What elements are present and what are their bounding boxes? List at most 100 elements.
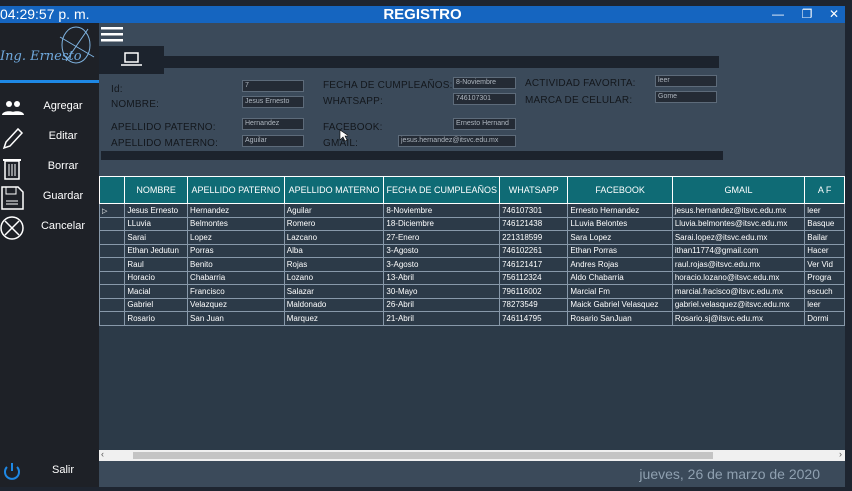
table-cell[interactable]: Rosario SanJuan [567, 311, 673, 326]
apellido-paterno-field[interactable]: Hernandez [242, 118, 304, 130]
table-cell[interactable]: Rosario [124, 311, 189, 326]
scroll-right-icon[interactable]: › [839, 449, 842, 459]
col-fecha[interactable]: FECHA DE CUMPLEAÑOS [383, 176, 501, 204]
maximize-button[interactable]: ❐ [796, 6, 818, 23]
table-cell[interactable]: ithan11774@gmail.com [671, 243, 806, 258]
table-cell[interactable]: 26-Abril [383, 297, 501, 312]
table-cell[interactable]: raul.rojas@itsvc.edu.mx [671, 257, 806, 272]
row-header[interactable] [99, 243, 126, 258]
table-cell[interactable]: Hacer [804, 243, 845, 258]
table-cell[interactable]: 27-Enero [383, 230, 501, 245]
table-cell[interactable]: horacio.lozano@itsvc.edu.mx [671, 270, 806, 285]
row-header[interactable] [99, 257, 126, 272]
col-nombre[interactable]: NOMBRE [124, 176, 189, 204]
col-gmail[interactable]: GMAIL [671, 176, 806, 204]
actividad-field[interactable]: leer [655, 75, 717, 87]
facebook-field[interactable]: Ernesto Hernand [453, 118, 516, 130]
scrollbar-thumb[interactable] [133, 452, 713, 459]
table-cell[interactable]: Lluvia.belmontes@itsvc.edu.mx [671, 216, 806, 231]
form-tab[interactable] [99, 46, 164, 74]
table-cell[interactable]: LLuvia [124, 216, 189, 231]
add-button[interactable]: Agregar [0, 96, 99, 120]
marca-field[interactable]: Gome [655, 91, 717, 103]
gmail-field[interactable]: jesus.hernandez@itsvc.edu.mx [398, 135, 516, 147]
whatsapp-field[interactable]: 746107301 [453, 93, 516, 105]
exit-button[interactable]: Salir [0, 460, 99, 484]
table-cell[interactable]: Aguilar [283, 203, 385, 218]
table-cell[interactable]: 21-Abril [383, 311, 501, 326]
table-cell[interactable]: Dormi [804, 311, 845, 326]
table-row[interactable]: Rosario San Juan Marquez 21-Abril 746114795 R… [99, 311, 845, 326]
table-cell[interactable]: Ver Vid [804, 257, 845, 272]
nombre-field[interactable]: Jesus Ernesto [242, 96, 304, 108]
table-cell[interactable]: Marquez [283, 311, 385, 326]
col-apellido-paterno[interactable]: APELLIDO PATERNO [187, 176, 285, 204]
col-facebook[interactable]: FACEBOOK [567, 176, 673, 204]
table-cell[interactable]: Maick Gabriel Velasquez [567, 297, 673, 312]
table-cell[interactable]: Jesus Ernesto [124, 203, 189, 218]
row-header[interactable]: ▷ [99, 203, 126, 218]
row-header[interactable] [99, 284, 126, 299]
table-cell[interactable]: 3-Agosto [383, 257, 501, 272]
col-actividad[interactable]: A F [804, 176, 845, 204]
table-cell[interactable]: escuch [804, 284, 845, 299]
table-cell[interactable]: 13-Abril [383, 270, 501, 285]
table-cell[interactable]: Gabriel [124, 297, 189, 312]
table-cell[interactable]: marcial.fracisco@itsvc.edu.mx [671, 284, 806, 299]
hamburger-menu-icon[interactable] [100, 26, 124, 42]
table-cell[interactable]: 3-Agosto [383, 243, 501, 258]
table-cell[interactable]: Horacio [124, 270, 189, 285]
table-cell[interactable]: 746121438 [499, 216, 569, 231]
table-cell[interactable]: Rojas [283, 257, 385, 272]
table-row[interactable]: Macial Francisco Salazar 30-Mayo 796116002 Ma… [99, 284, 845, 299]
table-cell[interactable]: Chabarria [187, 270, 285, 285]
table-cell[interactable]: Marcial Fm [567, 284, 673, 299]
horizontal-scrollbar[interactable]: ‹ › [99, 449, 845, 461]
row-header[interactable] [99, 216, 126, 231]
table-row[interactable]: ▷ Jesus Ernesto Hernandez Aguilar 8-Noviembr… [99, 203, 845, 218]
col-whatsapp[interactable]: WHATSAPP [499, 176, 569, 204]
table-cell[interactable]: Progra [804, 270, 845, 285]
table-cell[interactable]: Ethan Porras [567, 243, 673, 258]
table-cell[interactable]: Sarai.lopez@itsvc.edu.mx [671, 230, 806, 245]
table-cell[interactable]: Lopez [187, 230, 285, 245]
table-cell[interactable]: 8-Noviembre [383, 203, 501, 218]
close-button[interactable]: ✕ [823, 6, 845, 23]
table-cell[interactable]: Belmontes [187, 216, 285, 231]
data-grid[interactable]: NOMBRE APELLIDO PATERNO APELLIDO MATERNO… [99, 176, 845, 450]
table-cell[interactable]: Maldonado [283, 297, 385, 312]
table-cell[interactable]: leer [804, 297, 845, 312]
table-cell[interactable]: Benito [187, 257, 285, 272]
table-cell[interactable]: Salazar [283, 284, 385, 299]
row-header[interactable] [99, 230, 126, 245]
table-cell[interactable]: Sara Lopez [567, 230, 673, 245]
row-header[interactable] [99, 270, 126, 285]
table-cell[interactable]: 18-Diciembre [383, 216, 501, 231]
table-cell[interactable]: Romero [283, 216, 385, 231]
table-cell[interactable]: Lazcano [283, 230, 385, 245]
delete-button[interactable]: Borrar [0, 156, 99, 180]
table-row[interactable]: Ethan Jedutun Porras Alba 3-Agosto 746102261… [99, 243, 845, 258]
table-cell[interactable]: 746121417 [499, 257, 569, 272]
table-cell[interactable]: San Juan [187, 311, 285, 326]
table-cell[interactable]: Raul [124, 257, 189, 272]
table-row[interactable]: Gabriel Velazquez Maldonado 26-Abril 7827354… [99, 297, 845, 312]
table-cell[interactable]: Rosario.sj@itsvc.edu.mx [671, 311, 806, 326]
id-field[interactable]: 7 [242, 80, 304, 92]
table-cell[interactable]: 746102261 [499, 243, 569, 258]
row-header[interactable] [99, 311, 126, 326]
table-cell[interactable]: leer [804, 203, 845, 218]
table-row[interactable]: Sarai Lopez Lazcano 27-Enero 221318599 Sara L… [99, 230, 845, 245]
table-row[interactable]: Horacio Chabarria Lozano 13-Abril 756112324 A… [99, 270, 845, 285]
table-cell[interactable]: Ernesto Hernandez [567, 203, 673, 218]
table-cell[interactable]: 30-Mayo [383, 284, 501, 299]
table-cell[interactable]: 78273549 [499, 297, 569, 312]
table-cell[interactable]: 756112324 [499, 270, 569, 285]
table-cell[interactable]: Hernandez [187, 203, 285, 218]
table-cell[interactable]: 746107301 [499, 203, 569, 218]
table-cell[interactable]: gabriel.velasquez@itsvc.edu.mx [671, 297, 806, 312]
table-cell[interactable]: 221318599 [499, 230, 569, 245]
table-cell[interactable]: Basque [804, 216, 845, 231]
minimize-button[interactable]: — [767, 6, 789, 23]
scroll-left-icon[interactable]: ‹ [101, 449, 104, 459]
